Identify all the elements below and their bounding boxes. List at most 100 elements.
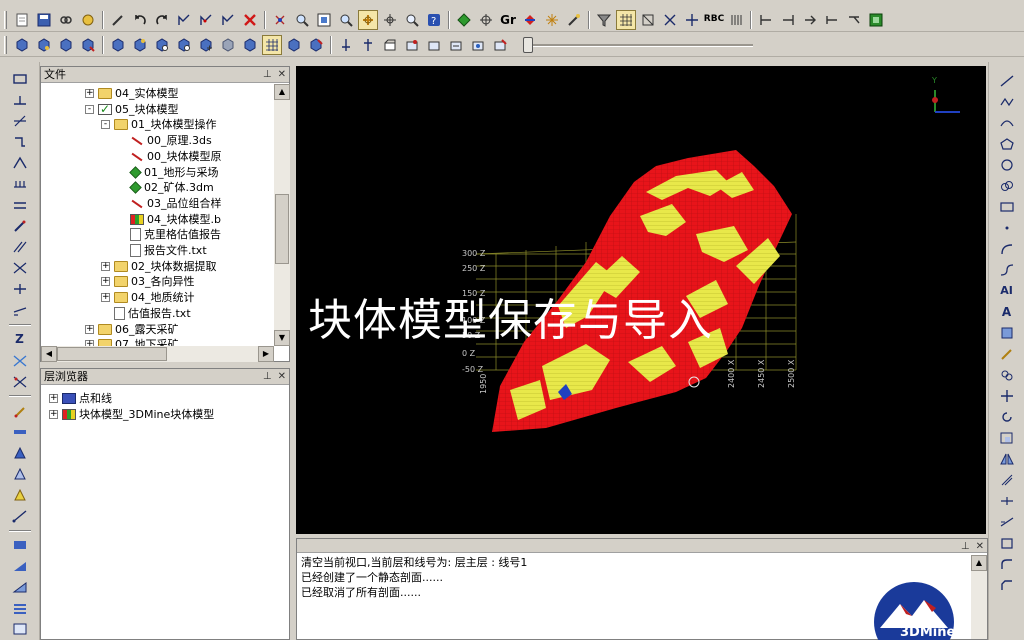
file-tree-item[interactable]: +02_块体数据提取 bbox=[101, 259, 217, 274]
expand-icon[interactable]: + bbox=[85, 324, 94, 334]
text-ai-icon[interactable]: AI bbox=[994, 281, 1020, 301]
file-tree-hscroll[interactable]: ◀ ▶ bbox=[41, 346, 274, 362]
scroll-thumb[interactable] bbox=[275, 194, 289, 264]
cross-slash-tool-icon[interactable] bbox=[7, 259, 33, 278]
expand-icon[interactable]: + bbox=[85, 89, 94, 98]
frame-icon[interactable] bbox=[994, 533, 1020, 553]
baseline-tool-icon[interactable] bbox=[7, 90, 33, 109]
grid-snap-icon[interactable] bbox=[358, 9, 378, 30]
fork-icon[interactable] bbox=[844, 10, 864, 30]
line-icon[interactable] bbox=[994, 71, 1020, 91]
layer-copy-icon[interactable] bbox=[380, 35, 400, 55]
blue-bar-tool-icon[interactable] bbox=[7, 536, 33, 555]
file-tree-vscroll[interactable]: ▲ ▼ bbox=[274, 84, 290, 346]
crosshair-icon[interactable] bbox=[476, 10, 496, 30]
redo-icon[interactable] bbox=[152, 10, 172, 30]
scroll-up-icon[interactable]: ▲ bbox=[274, 84, 290, 100]
cube-2-icon[interactable] bbox=[34, 35, 54, 55]
zoom-window-icon[interactable] bbox=[292, 10, 312, 30]
marker-tool-icon[interactable] bbox=[7, 401, 33, 420]
layer-c-icon[interactable] bbox=[446, 35, 466, 55]
save-icon[interactable] bbox=[34, 10, 54, 30]
file-tree-item[interactable]: +03_各向异性 bbox=[101, 274, 195, 289]
branch-icon[interactable] bbox=[800, 10, 820, 30]
z-tool-icon[interactable]: Z bbox=[7, 330, 33, 349]
rotate-icon[interactable] bbox=[994, 407, 1020, 427]
file-tree-item[interactable]: 00_原理.3ds bbox=[117, 133, 212, 148]
curve-icon[interactable] bbox=[994, 113, 1020, 133]
arrow-left-icon[interactable] bbox=[756, 10, 776, 30]
angle-tool-icon[interactable] bbox=[7, 153, 33, 172]
cube-3-icon[interactable] bbox=[56, 35, 76, 55]
bars-icon[interactable] bbox=[726, 10, 746, 30]
pentagon-icon[interactable] bbox=[994, 134, 1020, 154]
arrow-right-icon[interactable] bbox=[778, 10, 798, 30]
layer-d-icon[interactable] bbox=[468, 35, 488, 55]
file-tree-item[interactable]: +07_地下采矿 bbox=[85, 337, 179, 346]
node-icon[interactable] bbox=[174, 10, 194, 30]
wand-icon[interactable] bbox=[564, 10, 584, 30]
pin-icon[interactable]: ⊥ bbox=[961, 541, 970, 552]
expand-icon[interactable]: + bbox=[101, 277, 110, 287]
trim-icon[interactable] bbox=[994, 491, 1020, 511]
move-icon[interactable] bbox=[994, 386, 1020, 406]
file-tree-item[interactable]: 估值报告.txt bbox=[101, 306, 191, 321]
file-tree-item[interactable]: 03_品位组合样 bbox=[117, 196, 222, 211]
gr-icon[interactable]: Gr bbox=[498, 10, 518, 30]
cube-11-icon[interactable] bbox=[240, 35, 260, 55]
scroll-up-icon[interactable]: ▲ bbox=[971, 555, 987, 571]
measure-tool-icon[interactable] bbox=[7, 507, 33, 526]
file-tree-item[interactable]: 01_地形与采场 bbox=[117, 165, 219, 180]
zoom-extents-icon[interactable] bbox=[314, 10, 334, 30]
slider-thumb[interactable] bbox=[523, 36, 533, 53]
scroll-down-icon[interactable]: ▼ bbox=[274, 330, 290, 346]
comb-tool-icon[interactable] bbox=[7, 174, 33, 193]
collapse-icon[interactable]: - bbox=[85, 104, 94, 114]
intersect-icon[interactable] bbox=[380, 10, 400, 30]
diamond-icon[interactable] bbox=[454, 10, 474, 30]
undo-icon[interactable] bbox=[130, 10, 150, 30]
edit-node-icon[interactable] bbox=[196, 10, 216, 30]
cube-8-icon[interactable] bbox=[174, 35, 194, 55]
scale-icon[interactable] bbox=[994, 428, 1020, 448]
cube-grid-icon[interactable] bbox=[284, 35, 304, 55]
node-delete-icon[interactable] bbox=[218, 10, 238, 30]
expand-icon[interactable]: + bbox=[101, 261, 110, 271]
cube-10-icon[interactable] bbox=[218, 35, 238, 55]
toolbar-grip[interactable] bbox=[4, 10, 7, 29]
new-icon[interactable] bbox=[12, 10, 32, 30]
funnel-icon[interactable] bbox=[594, 10, 614, 30]
file-tree-item[interactable]: +04_地质统计 bbox=[101, 290, 195, 305]
scroll-left-icon[interactable]: ◀ bbox=[41, 346, 57, 362]
triangle-tool-icon[interactable] bbox=[7, 443, 33, 462]
spline-icon[interactable] bbox=[994, 260, 1020, 280]
help-icon[interactable]: ? bbox=[424, 10, 444, 30]
cube-12-icon[interactable] bbox=[262, 34, 282, 55]
file-tree-item[interactable]: - 05_块体模型 bbox=[85, 102, 179, 117]
chamfer-icon[interactable] bbox=[994, 575, 1020, 595]
slash-tool-icon[interactable] bbox=[7, 111, 33, 130]
triangle-dim-icon[interactable] bbox=[7, 464, 33, 483]
layer-down-icon[interactable] bbox=[358, 35, 378, 55]
file-tree-item[interactable]: +06_露天采矿 bbox=[85, 322, 179, 337]
zoom-icon[interactable] bbox=[402, 10, 422, 30]
box-icon[interactable] bbox=[638, 10, 658, 30]
sparkle-icon[interactable] bbox=[542, 10, 562, 30]
file-tree-item[interactable]: 04_块体模型.b bbox=[117, 212, 221, 227]
layer-b-icon[interactable] bbox=[424, 35, 444, 55]
cube-1-icon[interactable] bbox=[12, 35, 32, 55]
expand-icon[interactable]: + bbox=[49, 410, 58, 419]
3d-viewport[interactable]: 300 Z 250 Z 150 Z 100 Z 50 Z 0 Z -50 Z 1… bbox=[296, 66, 986, 534]
arrow-split-icon[interactable] bbox=[822, 10, 842, 30]
hatch-icon[interactable] bbox=[994, 323, 1020, 343]
polyline-icon[interactable] bbox=[994, 92, 1020, 112]
cloud-icon[interactable] bbox=[994, 176, 1020, 196]
transparency-slider[interactable] bbox=[523, 36, 753, 54]
x-icon[interactable] bbox=[660, 10, 680, 30]
text-a-icon[interactable]: A bbox=[994, 302, 1020, 322]
layer-item[interactable]: + 点和线 bbox=[49, 391, 112, 406]
magnet-icon[interactable] bbox=[270, 10, 290, 30]
layers-icon[interactable] bbox=[78, 10, 98, 30]
pin-icon[interactable]: ⊥ bbox=[263, 371, 272, 382]
arrow-icon[interactable] bbox=[520, 10, 540, 30]
